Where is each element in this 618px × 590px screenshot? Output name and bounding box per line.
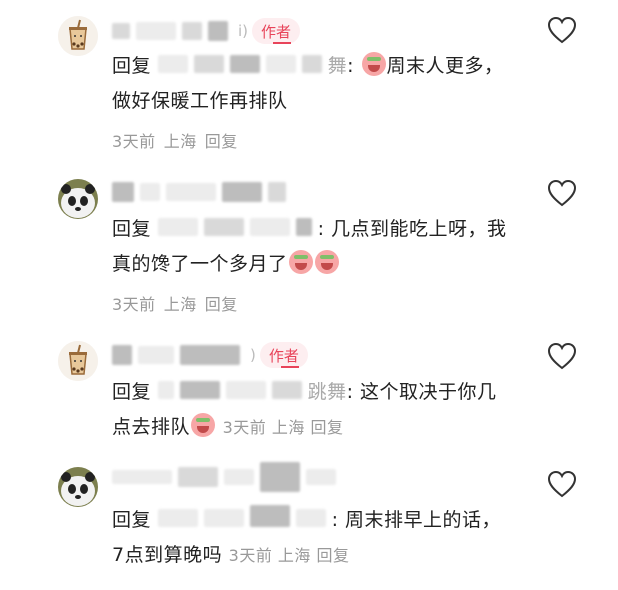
location: 上海 [163,132,197,151]
comment-meta: 3天前 上海 回复 [223,418,344,437]
reply-target-blurred[interactable] [157,504,332,538]
crying-face-emoji [288,249,313,274]
reply-target-blurred[interactable] [157,213,318,247]
heart-icon[interactable] [547,342,577,370]
heart-icon[interactable] [547,16,577,44]
panda-avatar [58,467,98,507]
username-blurred[interactable] [112,182,134,202]
comment-text: 回复 : 几点到能吃上呀，我真的馋了一个多月了 [112,212,507,281]
reply-prefix: 回复 [112,218,152,240]
heart-icon[interactable] [547,179,577,207]
timestamp: 3天前 [112,132,156,151]
username-blurred[interactable] [112,470,172,484]
bubble-tea-icon [58,341,98,381]
location: 上海 [277,545,311,565]
author-badge: 作者 [252,18,301,44]
comment-meta: 3天前 上海 回复 [229,546,350,565]
timestamp: 3天前 [222,417,267,437]
reply-button[interactable]: 回复 [317,546,350,565]
reply-prefix: 回复 [112,381,152,403]
username-blurred[interactable] [112,345,132,365]
comment-header: i) 作者 [112,16,301,46]
author-avatar[interactable] [58,341,98,381]
timestamp: 3天前 [112,295,156,314]
bubble-tea-icon [58,16,98,56]
crying-face-emoji [314,249,339,274]
reply-button[interactable]: 回复 [205,132,238,151]
comment-text: 回复 : 周末排早上的话，7点到算晚吗 3天前 上海 回复 [112,503,507,573]
user-avatar[interactable] [58,467,98,507]
crying-face-emoji [191,412,216,437]
reply-target-blurred[interactable] [157,50,328,84]
heart-icon[interactable] [547,470,577,498]
username-blurred[interactable] [112,23,130,39]
comment-header: ) 作者 [112,340,308,370]
reply-prefix: 回复 [112,55,152,77]
timestamp: 3天前 [228,545,273,565]
user-avatar[interactable] [58,179,98,219]
author-badge: 作者 [259,342,308,368]
comment-text: 回复 跳舞: 这个取决于你几点去排队 3天前 上海 回复 [112,375,507,445]
author-avatar[interactable] [58,16,98,56]
reply-button[interactable]: 回复 [205,295,238,314]
reply-target-blurred[interactable] [157,376,308,410]
comment-meta: 3天前 上海 回复 [112,128,238,152]
reply-prefix: 回复 [112,509,152,531]
reply-button[interactable]: 回复 [310,418,343,437]
panda-avatar [58,179,98,219]
comment-header [112,177,292,207]
comment-text: 回复 舞: 周末人更多，做好保暖工作再排队 [112,49,507,118]
location: 上海 [163,295,197,314]
comment-header [112,462,342,492]
crying-face-emoji [361,52,386,76]
location: 上海 [271,417,305,437]
comment-meta: 3天前 上海 回复 [112,291,238,315]
